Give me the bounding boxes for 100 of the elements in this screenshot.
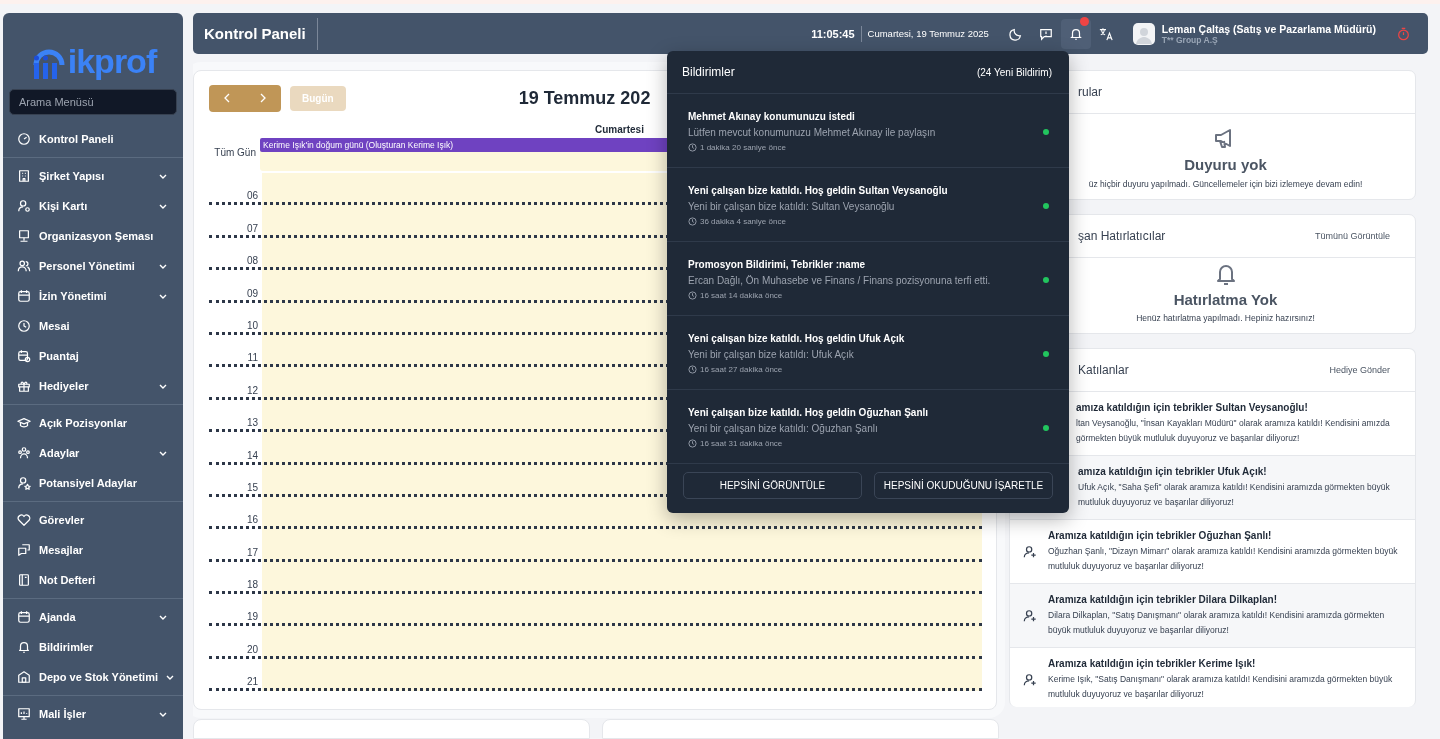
search-field[interactable]: Arama Menüsü	[9, 89, 177, 115]
empty-message: Henüz hatırlatma yapılmadı. Hepiniz hazırsınız!	[1136, 313, 1315, 323]
notification-message: Yeni bir çalışan bize katıldı: Ufuk Açık	[688, 349, 855, 360]
heart-icon	[17, 513, 31, 527]
joiner-title: Aramıza katıldığın için tebrikler Dilara Dilkaplan!	[1048, 594, 1278, 605]
empty-title: Duyuru yok	[1184, 156, 1267, 173]
hour-label: 15	[245, 481, 258, 494]
moon-icon	[1008, 26, 1023, 41]
joiner-message: ltan Veysanoğlu, "İnsan Kayakları Müdürü" olarak aramıza katıldı! Kendisini amızda görmekten büyük mutluluk duyuyoruz ve başarılar diliyoruz!	[1076, 417, 1391, 445]
sidebar-item[interactable]: Mesajlar	[3, 535, 183, 565]
notification-message: Lütfen mevcut konumunuzu Mehmet Akınay ile paylaşın	[688, 127, 937, 138]
notification-message: Yeni bir çalışan bize katıldı: Oğuzhan Şanlı	[688, 423, 879, 434]
clock-time: 11:05:45	[811, 25, 862, 42]
notification-item[interactable]: Yeni çalışan bize katıldı. Hoş geldin Ufuk Açık Yeni bir çalışan bize katıldı: Ufuk Açık 16 saat 27 dakika önce	[667, 316, 1069, 390]
building-icon	[17, 169, 31, 183]
hour-label: 10	[245, 319, 258, 332]
joiner-title: amıza katıldığın için tebrikler Ufuk Açık!	[1078, 466, 1268, 477]
card-title: Katılanlar	[1078, 363, 1129, 377]
hour-label: 07	[245, 222, 258, 235]
hour-label: 08	[245, 255, 258, 268]
notification-item[interactable]: Mehmet Akınay konumunuzu istedi Lütfen mevcut konumunuzu Mehmet Akınay ile paylaşın 1 dakika 20 saniye önce	[667, 94, 1069, 168]
sidebar-item[interactable]: Hediyeler	[3, 371, 183, 401]
sidebar-item[interactable]: Şirket Yapısı	[3, 161, 183, 191]
dropdown-button[interactable]: HEPSİNİ GÖRÜNTÜLE	[683, 472, 862, 499]
hour-label: 21	[245, 676, 258, 689]
sidebar-item[interactable]: Kişi Kartı	[3, 191, 183, 221]
dropdown-button[interactable]: HEPSİNİ OKUDUĞUNU İŞARETLE	[874, 472, 1053, 499]
bell-icon	[17, 640, 31, 654]
joiner-message: Oğuzhan Şanlı, "Dizayn Mimarı" olarak aramıza katıldı! Kendisini aramızda görmekten büyük mutluluk duyuyoruz ve başarılar diliyoruz!	[1048, 545, 1399, 573]
clock-icon	[688, 143, 697, 152]
empty-message: üz hiçbir duyuru yapılmadı. Güncellemeler için bizi izlemeye devam edin!	[1088, 179, 1363, 189]
notification-title: Yeni çalışan bize katıldı. Hoş geldin Ufuk Açık	[688, 333, 906, 344]
bell-icon	[1214, 262, 1237, 286]
hour-label: 12	[245, 384, 258, 397]
notification-item[interactable]: Yeni çalışan bize katıldı. Hoş geldin Sultan Veysanoğlu Yeni bir çalışan bize katıldı: Sultan Veysanoğlu 36 dakika 4 saniye önce	[667, 168, 1069, 242]
graduation-cap-icon	[17, 416, 31, 430]
stopwatch-icon	[1396, 26, 1410, 41]
sidebar-item[interactable]: Not Defteri	[3, 565, 183, 595]
chevron-right-icon	[260, 93, 266, 103]
translate-icon	[1098, 26, 1113, 41]
hour-label: 09	[245, 287, 258, 300]
sidebar-item[interactable]: Personel Yönetimi	[3, 251, 183, 281]
hour-label: 18	[245, 579, 258, 592]
notification-time: 16 saat 14 dakika önce	[700, 291, 783, 300]
sidebar-item[interactable]: Kontrol Paneli	[3, 124, 183, 154]
sidebar-item[interactable]: Puantaj	[3, 341, 183, 371]
notification-title: Mehmet Akınay konumunuzu istedi	[688, 111, 856, 122]
chevron-left-icon	[224, 93, 230, 103]
notification-message: Ercan Dağlı, Ön Muhasebe ve Finans / Finans pozisyonuna terfi etti.	[688, 275, 992, 286]
joiner-title: amıza katıldığın için tebrikler Sultan Veysanoğlu!	[1076, 402, 1309, 413]
sidebar-item[interactable]: Potansiyel Adaylar	[3, 468, 183, 498]
sidebar-item[interactable]: Depo ve Stok Yönetimi	[3, 662, 183, 692]
user-name: Leman Çaltaş (Satış ve Pazarlama Müdürü)	[1161, 22, 1376, 35]
notification-title: Promosyon Bildirimi, Tebrikler :name	[688, 259, 867, 270]
sidebar-item[interactable]: Bildirimler	[3, 632, 183, 662]
view-all-link[interactable]: Tümünü Görüntüle	[1314, 231, 1390, 241]
user-plus-icon	[1023, 673, 1037, 687]
sidebar-item[interactable]: Organizasyon Şeması	[3, 221, 183, 251]
hour-label: 13	[245, 417, 258, 430]
joiner-title: Aramıza katıldığın için tebrikler Kerime Işık!	[1048, 658, 1257, 669]
notifications-button[interactable]	[1060, 18, 1091, 49]
sidebar-item[interactable]: Adaylar	[3, 438, 183, 468]
sidebar-item[interactable]: İzin Yönetimi	[3, 281, 183, 311]
calendar-title: 19 Temmuz 202	[518, 87, 651, 109]
user-plus-icon	[1023, 545, 1037, 559]
hour-label: 14	[245, 449, 258, 462]
joiner-title: Aramıza katıldığın için tebrikler Oğuzhan Şanlı!	[1048, 530, 1273, 541]
user-menu[interactable]: Leman Çaltaş (Satış ve Pazarlama Müdürü) T** Group A.Ş	[1132, 22, 1376, 45]
card-title: şan Hatırlatıcılar	[1078, 229, 1166, 243]
page-title: Kontrol Paneli	[204, 17, 318, 50]
sidebar-item[interactable]: Görevler	[3, 505, 183, 535]
hour-label: 16	[245, 514, 258, 527]
users-icon	[17, 259, 31, 273]
joiner-message: Dilara Dilkaplan, "Satış Danışmanı" olarak aramıza katıldı! Kendisini aramızda görmekten büyük mutluluk duyuyoruz ve başarılar diliyoruz!	[1048, 609, 1386, 637]
clock-icon	[688, 365, 697, 374]
hour-label: 11	[246, 352, 258, 365]
clock-icon	[688, 291, 697, 300]
sidebar-item[interactable]: Ajanda	[3, 602, 183, 632]
hour-label: 06	[245, 190, 258, 203]
notification-time: 16 saat 27 dakika önce	[700, 365, 783, 374]
sidebar-item[interactable]: Mali İşler	[3, 699, 183, 729]
hour-label: 20	[245, 643, 258, 656]
sidebar-item[interactable]: Açık Pozisyonlar	[3, 408, 183, 438]
notification-message: Yeni bir çalışan bize katıldı: Sultan Veysanoğlu	[688, 201, 896, 212]
send-gift-link[interactable]: Hediye Gönder	[1329, 365, 1390, 375]
notebook-icon	[17, 573, 31, 587]
empty-title: Hatırlatma Yok	[1173, 291, 1278, 308]
clock-icon	[17, 319, 31, 333]
monitor-icon	[17, 229, 31, 243]
notification-item[interactable]: Yeni çalışan bize katıldı. Hoş geldin Oğuzhan Şanlı Yeni bir çalışan bize katıldı: Oğuzhan Şanlı 16 saat 31 dakika önce	[667, 390, 1069, 464]
people-icon	[17, 446, 31, 460]
sidebar-item[interactable]: Mesai	[3, 311, 183, 341]
gauge-icon	[17, 132, 31, 146]
hour-label: 19	[245, 611, 258, 624]
notification-time: 1 dakika 20 saniye önce	[700, 143, 786, 152]
notification-item[interactable]: Promosyon Bildirimi, Tebrikler :name Ercan Dağlı, Ön Muhasebe ve Finans / Finans pozisyonuna terfi etti. 16 saat 14 dakika önce	[667, 242, 1069, 316]
joiner-message: Ufuk Açık, "Saha Şefi" olarak aramıza katıldı! Kendisini aramızda görmekten büyük mutluluk duyuyoruz ve başarılar diliyoruz!	[1078, 481, 1391, 509]
joiner-message: Kerime Işık, "Satış Danışmanı" olarak aramıza katıldı! Kendisini aramızda görmekten büyük mutluluk duyuyoruz ve başarılar diliyoruz!	[1048, 673, 1394, 701]
day-header: Cumartesi	[595, 124, 644, 135]
chat-icon	[17, 543, 31, 557]
